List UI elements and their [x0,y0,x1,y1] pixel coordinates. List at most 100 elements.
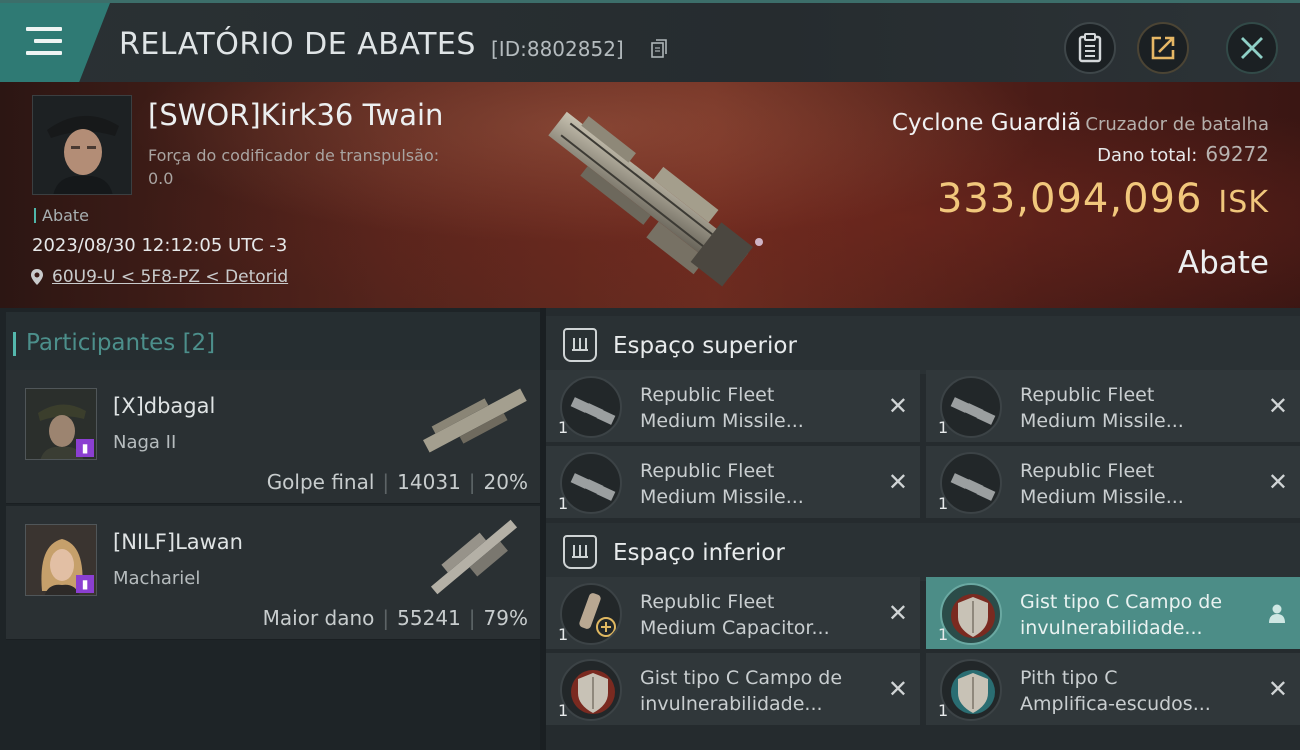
top-header: RELATÓRIO DE ABATES [ID:8802852] [0,0,1300,82]
module-name-line: Republic Fleet [640,384,775,406]
shield-module-icon [940,583,1002,645]
module-name-line: Republic Fleet [640,460,775,482]
isk-amount: 333,094,096 [936,176,1203,222]
module-quantity: 1 [938,418,949,437]
divider: | [468,470,476,494]
module-name-line: Republic Fleet [1020,384,1155,406]
total-damage-value: 69272 [1205,142,1269,166]
module-name-line: Gist tipo C Campo de [640,667,843,689]
low-slots-label: Espaço inferior [613,540,785,566]
missile-launcher-icon [560,376,622,438]
module-name-line: Republic Fleet [1020,460,1155,482]
avatar[interactable]: ▮ [25,524,97,596]
module-name-line: Gist tipo C Campo de [1020,591,1223,613]
participant-ship-image [423,388,527,453]
module-name-line: Medium Missile... [640,410,804,432]
clipboard-icon [1078,33,1102,63]
module-name-line: Medium Capacitor... [640,617,830,639]
capacitor-module-icon [560,583,622,645]
participant-ship: Machariel [113,568,201,589]
module-name-line: Medium Missile... [1020,486,1184,508]
module-name-line: Pith tipo C [1020,667,1118,689]
kill-tag: Abate [34,206,89,225]
module-name-line: invulnerabilidade... [1020,617,1203,639]
report-type: Abate [1177,245,1269,281]
kill-location[interactable]: 60U9-U < 5F8-PZ < Detorid [30,267,288,287]
shield-amplifier-icon [940,659,1002,721]
missile-launcher-icon [560,452,622,514]
participant-role: Maior dano [262,606,375,630]
victim-name[interactable]: [SWOR]Kirk36 Twain [148,98,443,132]
isk-unit: ISK [1218,185,1269,220]
hamburger-icon [26,27,62,57]
module-name: Gist tipo C Campo de invulnerabilidade... [640,665,880,717]
module-item-selected[interactable]: 1 Gist tipo C Campo de invulnerabilidade.… [926,577,1300,649]
participant-row[interactable]: ▮ [X]dbagal Naga II Golpe final | 14031 | 20… [6,370,540,504]
participants-header: Participantes [2] [6,312,540,372]
participant-percent: 20% [483,470,528,494]
divider: | [382,470,390,494]
divider: | [468,606,476,630]
destroyed-mark-icon: ✕ [887,468,908,496]
avatar[interactable]: ▮ [25,388,97,460]
participant-row[interactable]: ▮ [NILF]Lawan Machariel Maior dano | 55241… [6,506,540,640]
module-quantity: 1 [938,494,949,513]
victim-ship-image [548,111,763,287]
location-link[interactable]: 60U9-U < 5F8-PZ < Detorid [52,267,288,287]
module-quantity: 1 [558,494,569,513]
victim-portrait[interactable] [32,95,132,195]
module-item[interactable]: 1 Republic Fleet Medium Missile... ✕ [926,446,1300,518]
destroyed-mark-icon: ✕ [887,675,908,703]
clipboard-button[interactable] [1064,22,1116,74]
high-slot-icon [563,328,597,362]
module-item[interactable]: 1 Republic Fleet Medium Missile... ✕ [546,446,920,518]
page-title: RELATÓRIO DE ABATES [119,27,476,62]
module-quantity: 1 [938,701,949,720]
module-item[interactable]: 1 Republic Fleet Medium Capacitor... ✕ [546,577,920,649]
close-icon [1241,37,1263,59]
high-slots-label: Espaço superior [613,333,797,359]
pilot-portrait-image [33,96,131,194]
participant-name[interactable]: [X]dbagal [113,394,215,418]
close-button[interactable] [1226,22,1278,74]
missile-launcher-icon [940,452,1002,514]
victim-ship-name[interactable]: Cyclone Guardiã Cruzador de batalha [892,110,1269,136]
victim-banner: [SWOR]Kirk36 Twain Força do codificador … [0,82,1300,308]
ship-class: Cruzador de batalha [1085,114,1269,135]
module-item[interactable]: 1 Republic Fleet Medium Missile... ✕ [546,370,920,442]
module-name: Gist tipo C Campo de invulnerabilidade... [1020,589,1260,641]
menu-button[interactable] [0,3,110,82]
kill-datetime: 2023/08/30 12:12:05 UTC -3 [32,235,288,256]
low-slot-icon [563,535,597,569]
participants-label: Participantes [2] [12,330,216,356]
module-item[interactable]: 1 Gist tipo C Campo de invulnerabilidade.… [546,653,920,725]
module-name-line: Medium Missile... [640,486,804,508]
module-item[interactable]: 1 Republic Fleet Medium Missile... ✕ [926,370,1300,442]
missile-launcher-icon [940,376,1002,438]
share-button[interactable] [1137,22,1189,74]
participant-ship: Naga II [113,432,177,453]
divider: | [382,606,390,630]
destroyed-mark-icon: ✕ [887,599,908,627]
shield-module-icon [560,659,622,721]
high-slots-header: Espaço superior [546,316,1300,374]
participant-name[interactable]: [NILF]Lawan [113,530,243,554]
module-name-line: Amplifica-escudos... [1020,693,1211,715]
module-name: Republic Fleet Medium Missile... [1020,382,1260,434]
copy-icon[interactable] [651,39,667,59]
module-quantity: 1 [558,625,569,644]
total-damage-label: Dano total: [1097,145,1198,166]
module-item[interactable]: 1 Pith tipo C Amplifica-escudos... ✕ [926,653,1300,725]
participant-percent: 79% [483,606,528,630]
share-icon [1151,36,1175,60]
warp-scrambler-strength-label: Força do codificador de transpulsão: [148,146,440,165]
module-name: Pith tipo C Amplifica-escudos... [1020,665,1260,717]
total-damage: Dano total: 69272 [1097,142,1269,166]
participant-role: Golpe final [266,470,375,494]
location-pin-icon [31,269,43,285]
module-name-line: invulnerabilidade... [640,693,823,715]
module-name: Republic Fleet Medium Missile... [1020,458,1260,510]
destroyed-mark-icon: ✕ [1267,675,1288,703]
destroyed-mark-icon: ✕ [887,392,908,420]
faction-badge-icon: ▮ [76,439,94,457]
